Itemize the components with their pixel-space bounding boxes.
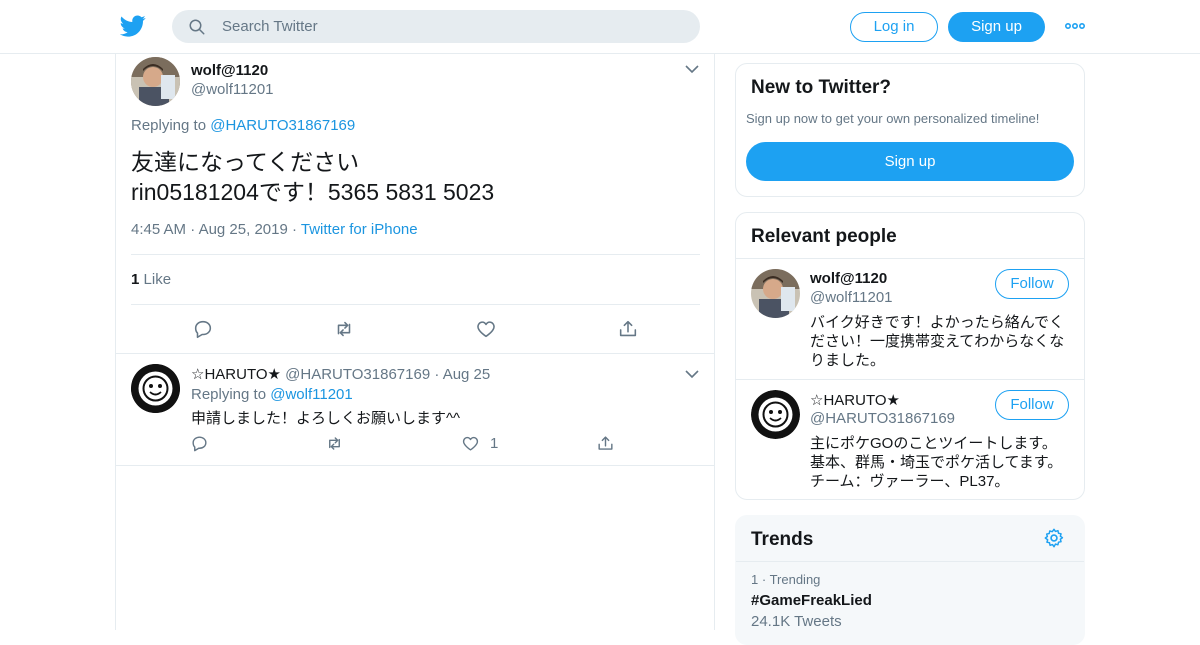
tweet-source-link[interactable]: Twitter for iPhone [301,221,418,238]
divider [131,304,700,305]
trend-label: Trending [769,572,821,587]
card-subtitle: Sign up now to get your own personalized… [746,111,1040,126]
profile-photo-icon [751,390,800,439]
profile-photo-icon [131,364,180,413]
bio-line: ださい！一度携帯変えてわからなくな [810,333,1065,350]
replying-to-line: Replying to @HARUTO31867169 [131,117,355,134]
avatar[interactable] [131,57,180,106]
trends-card: Trends 1 · Trending #GameFreakLied 24.1K… [735,515,1085,645]
chevron-down-icon[interactable] [685,370,699,379]
retweet-icon[interactable] [333,318,355,340]
profile-photo-icon [751,269,800,318]
reply-tweet[interactable]: ☆HARUTO★ @HARUTO31867169 · Aug 25 Replyi… [116,354,714,466]
relevant-people-card: Relevant people wolf@1120 @wolf11201 Fol… [735,212,1085,500]
reply-author-name[interactable]: ☆HARUTO★ [191,366,281,383]
avatar[interactable] [131,364,180,413]
divider [116,465,714,466]
replying-to-line: Replying to @wolf11201 [191,386,353,403]
tweet-text: 友達になってください rin05181204です！5365 5831 5023 [131,147,494,207]
person-handle[interactable]: @HARUTO31867169 [810,410,955,427]
separator-dot: · [291,221,301,238]
follow-button[interactable]: Follow [995,390,1069,420]
like-count: 1 [131,271,140,288]
person-name[interactable]: ☆HARUTO★ [810,391,900,409]
tweet-time[interactable]: 4:45 AM [131,221,186,238]
person-bio: バイク好きです！よかったら絡んでく ださい！一度携帯変えてわからなくな りました… [810,313,1075,370]
share-icon[interactable] [596,434,615,453]
trend-rank: 1 [751,572,759,587]
reply-header: ☆HARUTO★ @HARUTO31867169 · Aug 25 [191,365,490,383]
reply-author-handle[interactable]: @HARUTO31867169 [285,366,430,383]
tweet-text-line-2: rin05181204です！5365 5831 5023 [131,179,495,205]
avatar[interactable] [751,269,800,318]
more-options-icon[interactable] [1064,18,1086,34]
tweet-date[interactable]: Aug 25, 2019 [199,221,288,238]
reply-text: 申請しました！よろしくお願いします^^ [191,410,461,427]
retweet-icon[interactable] [325,434,344,453]
separator-dot: · [190,221,199,238]
search-input[interactable] [222,10,682,43]
avatar[interactable] [751,390,800,439]
reply-date[interactable]: Aug 25 [443,366,491,383]
tweet-author-name[interactable]: wolf@1120 [191,62,268,79]
reply-like-count: 1 [490,435,499,452]
person-item[interactable]: wolf@1120 @wolf11201 Follow バイク好きです！よかった… [736,259,1084,379]
person-bio: 主にポケGOのことツイートします。 基本、群馬・埼玉でポケ活してます。 チーム：… [810,434,1075,491]
divider [736,561,1084,562]
person-name[interactable]: wolf@1120 [810,270,887,287]
bio-line: 基本、群馬・埼玉でポケ活してます。 [810,454,1063,471]
tweet-author-handle[interactable]: @wolf11201 [191,81,274,98]
bio-line: 主にポケGOのことツイートします。 [810,435,1057,452]
bio-line: りました。 [810,352,886,369]
main-timeline: wolf@1120 @wolf11201 Replying to @HARUTO… [115,54,715,630]
profile-photo-icon [131,57,180,106]
tweet-stats[interactable]: 1 Like [131,271,171,288]
trend-item[interactable]: 1 · Trending #GameFreakLied 24.1K Tweets [751,572,1071,630]
like-icon[interactable] [475,318,497,340]
person-item[interactable]: ☆HARUTO★ @HARUTO31867169 Follow 主にポケGOのこ… [736,380,1084,499]
search-icon [189,19,205,35]
sidebar-signup-button[interactable]: Sign up [746,142,1074,181]
person-handle[interactable]: @wolf11201 [810,289,893,306]
chevron-down-icon[interactable] [685,65,699,74]
card-title: Relevant people [751,226,897,247]
like-label: Like [143,271,172,288]
trend-context: 1 · Trending [751,572,1071,587]
replying-to-label: Replying to [191,386,267,403]
settings-gear-icon[interactable] [1043,527,1065,549]
card-title: New to Twitter? [751,77,892,98]
separator-dot: · [434,366,443,383]
reply-icon[interactable] [190,434,209,453]
reply-icon[interactable] [192,318,214,340]
like-icon[interactable] [461,434,480,453]
tweet-text-line-1: 友達になってください [131,149,360,175]
divider [131,254,700,255]
trend-name[interactable]: #GameFreakLied [751,592,1071,609]
new-to-twitter-card: New to Twitter? Sign up now to get your … [735,63,1085,197]
search-bar[interactable] [172,10,700,43]
replying-to-link[interactable]: @HARUTO31867169 [210,117,355,134]
card-title: Trends [751,529,814,550]
tweet-metadata: 4:45 AM · Aug 25, 2019 · Twitter for iPh… [131,221,418,238]
replying-to-label: Replying to [131,117,207,134]
top-bar: Log in Sign up [0,0,1200,54]
separator-dot: · [761,572,770,587]
bio-line: チーム：ヴァーラー、PL37。 [810,473,1010,490]
login-button[interactable]: Log in [850,12,938,42]
bio-line: バイク好きです！よかったら絡んでく [810,314,1064,331]
trend-count: 24.1K Tweets [751,613,842,630]
signup-button[interactable]: Sign up [948,12,1045,42]
follow-button[interactable]: Follow [995,269,1069,299]
replying-to-link[interactable]: @wolf11201 [270,386,353,403]
twitter-bird-icon[interactable] [120,13,146,39]
share-icon[interactable] [617,318,639,340]
